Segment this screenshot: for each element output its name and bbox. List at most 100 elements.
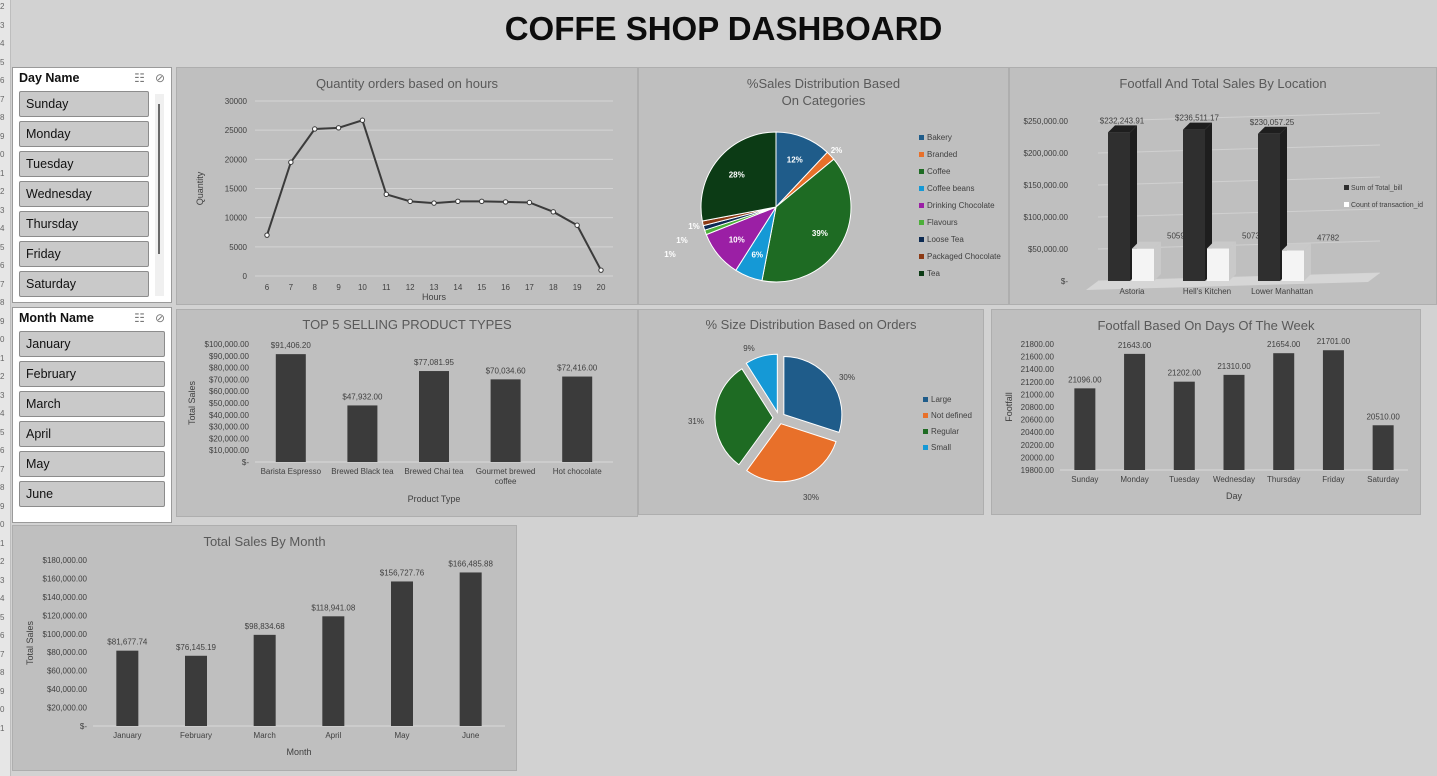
legend-swatch bbox=[919, 186, 924, 191]
slicer-scrollbar[interactable] bbox=[155, 94, 164, 296]
slicer-header: Month Name bbox=[19, 311, 94, 325]
y-tick-label: 21200.00 bbox=[1021, 378, 1055, 387]
x-tick-label: Saturday bbox=[1367, 475, 1399, 484]
slicer-item-wednesday[interactable]: Wednesday bbox=[19, 181, 149, 207]
y-tick-label: 20400.00 bbox=[1021, 428, 1055, 437]
y-tick-label: $80,000.00 bbox=[47, 648, 88, 657]
slicer-item-march[interactable]: March bbox=[19, 391, 165, 417]
y-tick-label: 20000 bbox=[225, 155, 248, 164]
data-point bbox=[431, 200, 437, 206]
legend-swatch bbox=[919, 271, 924, 276]
slicer-item-february[interactable]: February bbox=[19, 361, 165, 387]
data-label: 28% bbox=[729, 170, 745, 179]
x-tick-label: Monday bbox=[1120, 475, 1148, 484]
data-label: 10% bbox=[729, 236, 745, 245]
bar bbox=[1207, 248, 1229, 281]
legend-swatch bbox=[923, 397, 928, 402]
data-label: 21654.00 bbox=[1267, 340, 1301, 349]
slicer-item-friday[interactable]: Friday bbox=[19, 241, 149, 267]
slicer-item-tuesday[interactable]: Tuesday bbox=[19, 151, 149, 177]
row-number: 6 bbox=[0, 446, 5, 455]
y-tick-label: $40,000.00 bbox=[47, 685, 88, 694]
row-number: 1 bbox=[0, 723, 5, 733]
x-tick-label: 12 bbox=[406, 283, 415, 292]
data-label: 21202.00 bbox=[1168, 369, 1202, 378]
data-point bbox=[407, 198, 413, 205]
row-number: 4 bbox=[0, 409, 5, 418]
data-label: $232,243.91 bbox=[1100, 116, 1145, 125]
bar bbox=[562, 376, 593, 462]
slicer-item-january[interactable]: January bbox=[19, 331, 165, 357]
data-label: $81,677.74 bbox=[107, 638, 148, 647]
row-number: 1 bbox=[0, 353, 5, 363]
row-number: 0 bbox=[0, 705, 5, 714]
slicer-item-saturday[interactable]: Saturday bbox=[19, 271, 149, 297]
scrollbar-thumb[interactable] bbox=[158, 104, 160, 254]
legend-label: Branded bbox=[927, 150, 957, 159]
x-tick-label: Lower Manhattan bbox=[1251, 287, 1313, 296]
y-tick-label: 20000.00 bbox=[1021, 453, 1055, 462]
multi-select-icon[interactable]: ☷ bbox=[134, 71, 145, 85]
data-label: 1% bbox=[676, 236, 688, 245]
gridline bbox=[1097, 208, 1381, 218]
sales-by-location-chart: $- $50,000.00 $100,000.00 $150,000.00 $200,0… bbox=[1009, 67, 1437, 305]
multi-select-icon[interactable]: ☷ bbox=[134, 311, 145, 325]
row-number: 1 bbox=[0, 538, 5, 548]
data-label: 20510.00 bbox=[1366, 412, 1400, 421]
bar bbox=[1108, 132, 1130, 281]
dashboard-title: COFFE SHOP DASHBOARD bbox=[504, 10, 943, 47]
data-label: 21096.00 bbox=[1068, 375, 1102, 384]
y-tick-label: 15000 bbox=[225, 185, 248, 194]
data-label: $236,511.17 bbox=[1175, 114, 1219, 123]
bar bbox=[275, 354, 306, 462]
y-tick-label: $20,000.00 bbox=[47, 704, 88, 713]
row-number: 6 bbox=[0, 261, 5, 270]
slicer-item-june[interactable]: June bbox=[19, 481, 165, 507]
y-tick-label: $- bbox=[80, 722, 87, 731]
data-point bbox=[455, 198, 461, 205]
data-point bbox=[264, 232, 270, 238]
row-number: 7 bbox=[0, 464, 5, 474]
row-number: 7 bbox=[0, 649, 5, 659]
slicer-item-may[interactable]: May bbox=[19, 451, 165, 477]
data-label: $230,057.25 bbox=[1250, 118, 1295, 127]
chart-canvas: $- $20,000.00 $40,000.00 $60,000.00 $80,000.… bbox=[25, 556, 505, 757]
bar bbox=[1223, 374, 1245, 470]
legend-swatch bbox=[919, 135, 924, 140]
data-point bbox=[526, 199, 533, 206]
bar bbox=[1282, 250, 1304, 281]
y-tick-label: $- bbox=[1061, 277, 1068, 286]
x-tick-label: 10 bbox=[358, 283, 367, 292]
x-tick-label: Thursday bbox=[1267, 475, 1300, 484]
x-tick-label: 11 bbox=[382, 283, 391, 292]
x-tick-label: coffee bbox=[495, 477, 517, 486]
row-number: 4 bbox=[0, 39, 5, 48]
bar bbox=[347, 405, 378, 462]
bar bbox=[1372, 425, 1394, 470]
y-tick-label: $50,000.00 bbox=[1028, 245, 1069, 254]
slicer-item-sunday[interactable]: Sunday bbox=[19, 91, 149, 117]
row-number: 2 bbox=[0, 557, 5, 566]
legend-swatch bbox=[919, 220, 924, 225]
data-label: 21701.00 bbox=[1317, 337, 1351, 346]
slicer-item-monday[interactable]: Monday bbox=[19, 121, 149, 147]
chart-canvas: $- $10,000.00 $20,000.00 $30,000.00 $40,000.… bbox=[187, 340, 613, 504]
legend-label: Count of transaction_id bbox=[1351, 202, 1423, 209]
y-tick-label: 5000 bbox=[229, 243, 247, 252]
clear-filter-icon[interactable]: ⊘ bbox=[155, 71, 165, 85]
y-tick-label: $100,000.00 bbox=[205, 340, 250, 349]
y-tick-label: $160,000.00 bbox=[43, 574, 88, 583]
clear-filter-icon[interactable]: ⊘ bbox=[155, 311, 165, 325]
y-tick-label: $60,000.00 bbox=[47, 667, 88, 676]
sales-by-month-chart: $- $20,000.00 $40,000.00 $60,000.00 $80,000.… bbox=[12, 525, 517, 771]
x-tick-label: 9 bbox=[336, 283, 341, 292]
x-tick-label: Sunday bbox=[1071, 475, 1098, 484]
data-label: 9% bbox=[743, 344, 755, 353]
data-label: 21643.00 bbox=[1118, 341, 1152, 350]
row-number: 8 bbox=[0, 668, 5, 677]
data-label: 30% bbox=[839, 373, 855, 382]
slicer-item-april[interactable]: April bbox=[19, 421, 165, 447]
y-tick-label: 21600.00 bbox=[1021, 353, 1055, 362]
slicer-item-thursday[interactable]: Thursday bbox=[19, 211, 149, 237]
y-tick-label: $20,000.00 bbox=[209, 434, 250, 443]
